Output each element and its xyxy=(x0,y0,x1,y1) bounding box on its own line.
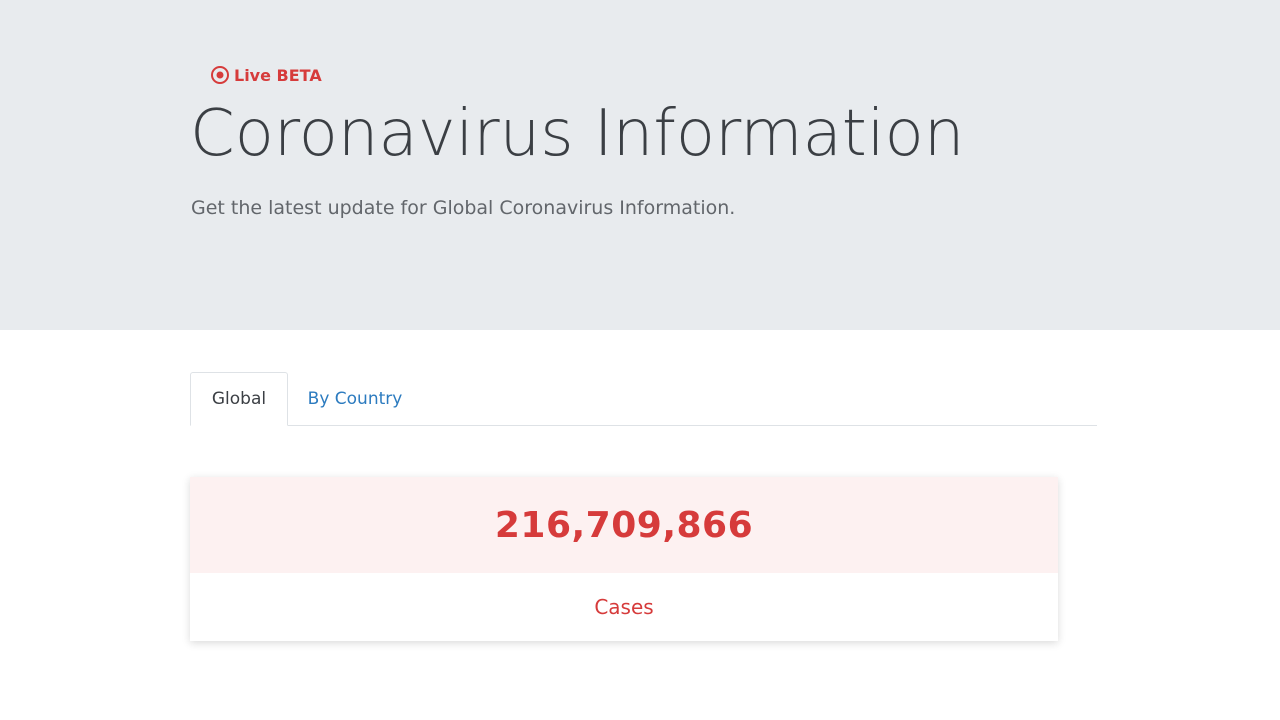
cases-count: 216,709,866 xyxy=(494,504,754,546)
live-beta-badge: Live BETA xyxy=(210,64,322,86)
live-badge-label: Live BETA xyxy=(234,65,322,85)
page-subtitle: Get the latest update for Global Coronav… xyxy=(191,197,736,219)
live-dot-icon xyxy=(210,65,230,85)
tab-bar: Global By Country xyxy=(190,372,1097,426)
cases-label: Cases xyxy=(594,595,654,619)
hero-banner: Live BETA Coronavirus Information Get th… xyxy=(0,0,1280,330)
page-title: Coronavirus Information xyxy=(190,97,965,171)
cases-value-panel: 216,709,866 xyxy=(190,477,1058,573)
cases-stat-card: 216,709,866 Cases xyxy=(190,477,1058,641)
cases-label-panel: Cases xyxy=(190,573,1058,641)
tab-by-country[interactable]: By Country xyxy=(288,372,422,425)
tab-global[interactable]: Global xyxy=(190,372,288,426)
